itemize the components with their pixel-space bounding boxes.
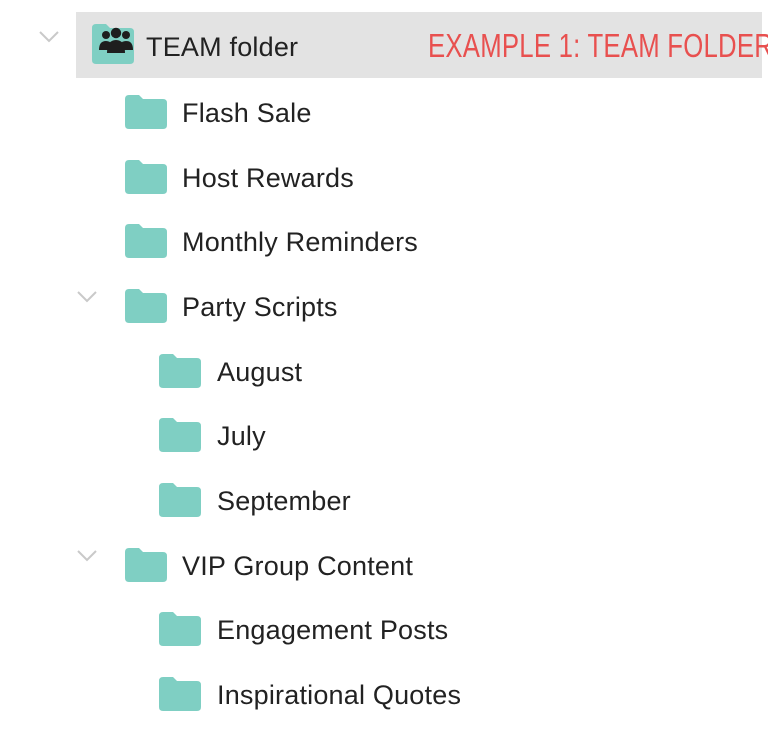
tree-item-label: July [217,421,266,451]
tree-item-party-scripts[interactable]: Party Scripts [0,284,768,332]
folder-icon [158,611,202,647]
folder-icon [124,547,168,583]
annotation-caption: EXAMPLE 1: TEAM FOLDER [428,27,768,64]
tree-item-label: Party Scripts [182,292,338,322]
folder-icon [158,417,202,453]
folder-icon [158,676,202,712]
tree-item-label: TEAM folder [146,32,299,62]
tree-item-label: Flash Sale [182,98,312,128]
tree-item-engagement-posts[interactable]: Engagement Posts [0,607,768,655]
tree-item-flash-sale[interactable]: Flash Sale [0,90,768,138]
tree-item-september[interactable]: September [0,478,768,526]
folder-tree: TEAM folder EXAMPLE 1: TEAM FOLDER Flash… [0,0,768,734]
folder-icon [158,353,202,389]
tree-item-label: August [217,357,303,387]
tree-item-label: Engagement Posts [217,615,449,645]
tree-item-host-rewards[interactable]: Host Rewards [0,155,768,203]
tree-item-inspirational-quotes[interactable]: Inspirational Quotes [0,672,768,720]
tree-item-label: Inspirational Quotes [217,680,462,710]
tree-item-label: Host Rewards [182,163,354,193]
folder-icon [124,288,168,324]
folder-icon [124,223,168,259]
tree-item-label: Monthly Reminders [182,227,418,257]
chevron-down-icon[interactable] [76,549,98,563]
tree-item-monthly-reminders[interactable]: Monthly Reminders [0,219,768,267]
tree-item-team-folder[interactable]: TEAM folder EXAMPLE 1: TEAM FOLDER [0,12,768,78]
tree-item-vip-group-content[interactable]: VIP Group Content [0,543,768,591]
folder-icon [158,482,202,518]
chevron-down-icon[interactable] [38,30,60,44]
tree-item-july[interactable]: July [0,413,768,461]
chevron-down-icon[interactable] [76,290,98,304]
tree-item-august[interactable]: August [0,349,768,397]
tree-item-label: September [217,486,351,516]
folder-icon [124,159,168,195]
folder-icon [124,94,168,130]
team-folder-icon [90,20,140,66]
tree-item-label: VIP Group Content [182,551,414,581]
